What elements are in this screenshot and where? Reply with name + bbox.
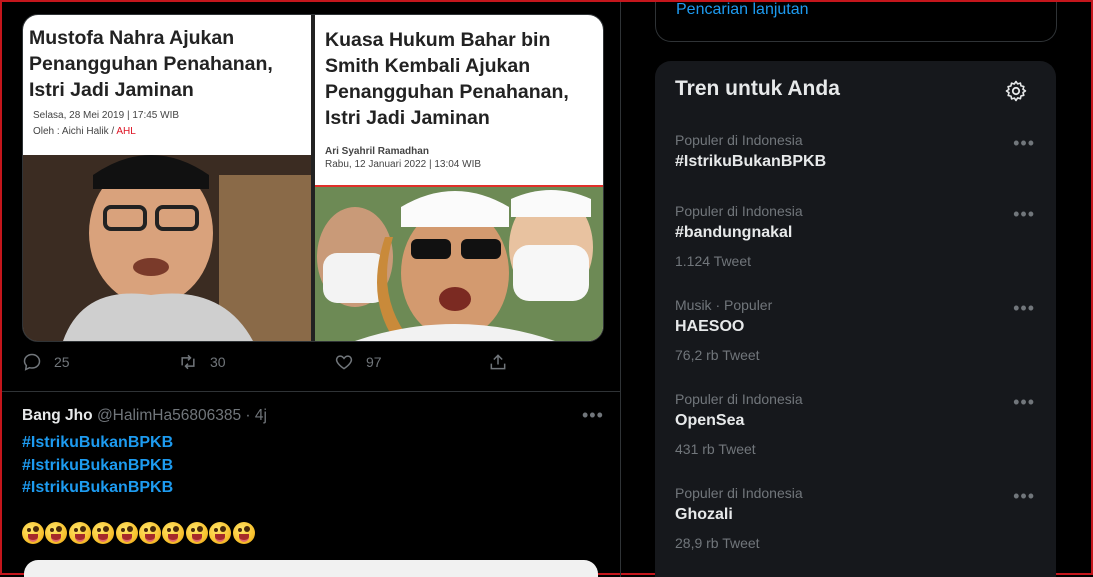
winking-tongue-emoji-icon [68, 522, 91, 544]
trends-title: Tren untuk Anda [675, 77, 840, 100]
reply-button[interactable]: 25 [22, 352, 70, 372]
sidebar-column: Pencarian lanjutan Tren untuk Anda Popul… [621, 2, 1093, 577]
news-screenshot-right[interactable]: Kuasa Hukum Bahar bin Smith Kembali Ajuk… [315, 15, 603, 341]
people-photo-right [315, 187, 603, 341]
trend-item[interactable]: Populer di Indonesia OpenSea 431 rb Twee… [675, 390, 1035, 458]
advanced-search-link[interactable]: Pencarian lanjutan [676, 2, 809, 20]
reply-icon [23, 353, 41, 371]
timeline-column: Mustofa Nahra Ajukan Penangguhan Penahan… [2, 2, 621, 577]
winking-tongue-emoji-icon [45, 522, 68, 544]
trend-item[interactable]: Populer di Indonesia #bandungnakal 1.124… [675, 202, 1035, 270]
trend-name: OpenSea [675, 412, 745, 429]
trend-context: Populer di Indonesia [675, 203, 803, 219]
news-photo-right [315, 187, 603, 341]
retweet-count: 30 [210, 354, 226, 370]
trend-count: 28,9 rb Tweet [675, 535, 760, 551]
news-author-right: Ari Syahril Ramadhan [325, 146, 429, 157]
trends-panel: Tren untuk Anda Populer di Indonesia #Is… [655, 61, 1056, 577]
trend-more-icon[interactable]: ••• [1013, 204, 1035, 225]
news-headline-left: Mustofa Nahra Ajukan Penangguhan Penahan… [29, 27, 273, 101]
trend-count: 76,2 rb Tweet [675, 347, 760, 363]
trend-more-icon[interactable]: ••• [1013, 392, 1035, 413]
winking-tongue-emoji-icon [22, 522, 44, 544]
news-author-left: Oleh : Aichi Halik / AHL [33, 126, 136, 137]
trend-more-icon[interactable]: ••• [1013, 298, 1035, 319]
gear-icon[interactable] [1004, 79, 1028, 103]
search-filters-panel: Pencarian lanjutan [655, 2, 1057, 42]
tweet-time[interactable]: 4j [255, 407, 267, 424]
trend-name: Ghozali [675, 506, 733, 523]
retweet-icon [181, 354, 195, 370]
share-icon [490, 354, 506, 370]
share-button[interactable] [488, 352, 508, 372]
retweet-button[interactable]: 30 [178, 352, 226, 372]
hashtag-link[interactable]: #IstrikuBukanBPKB [22, 455, 173, 478]
heart-icon [335, 355, 353, 370]
user-handle[interactable]: @HalimHa56806385 [97, 407, 241, 424]
news-date-right: Rabu, 12 Januari 2022 | 13:04 WIB [325, 159, 482, 170]
hashtag-link[interactable]: #IstrikuBukanBPKB [22, 432, 173, 455]
like-button[interactable]: 97 [334, 352, 382, 372]
winking-tongue-emoji-icon [92, 522, 115, 544]
news-screenshot-left[interactable]: Mustofa Nahra Ajukan Penangguhan Penahan… [23, 15, 311, 341]
winking-tongue-emoji-icon [185, 522, 208, 544]
tweet-media-grid[interactable]: Mustofa Nahra Ajukan Penangguhan Penahan… [22, 14, 604, 342]
trend-context: Populer di Indonesia [675, 132, 803, 148]
trend-item[interactable]: Populer di Indonesia Ghozali 28,9 rb Twe… [675, 484, 1035, 552]
trend-context: Populer di Indonesia [675, 485, 803, 501]
trend-context: Musik · Populer [675, 297, 773, 313]
tweet-media-preview[interactable] [24, 560, 598, 577]
trend-context: Populer di Indonesia [675, 391, 803, 407]
news-date-left: Selasa, 28 Mei 2019 | 17:45 WIB [33, 110, 180, 121]
tweet-header: Bang Jho @HalimHa56806385 · 4j [22, 407, 267, 425]
hashtag-link[interactable]: #IstrikuBukanBPKB [22, 477, 173, 500]
trend-item[interactable]: Musik · Populer HAESOO 76,2 rb Tweet ••• [675, 296, 1035, 364]
winking-tongue-emoji-icon [209, 522, 232, 544]
winking-tongue-emoji-icon [232, 522, 255, 544]
trend-name: #bandungnakal [675, 224, 793, 241]
winking-tongue-emoji-icon [115, 522, 138, 544]
winking-tongue-emoji-icon [138, 522, 161, 544]
more-options-icon[interactable]: ••• [582, 406, 604, 424]
tweet-text: #IstrikuBukanBPKB #IstrikuBukanBPKB #Ist… [22, 432, 173, 500]
tweet-action-bar: 25 30 97 [22, 352, 522, 380]
emoji-row [22, 522, 255, 544]
reply-count: 25 [54, 354, 70, 370]
display-name[interactable]: Bang Jho [22, 407, 93, 424]
separator-dot: · [245, 407, 251, 424]
winking-tongue-emoji-icon [162, 522, 185, 544]
tweet-divider [2, 391, 620, 392]
like-count: 97 [366, 354, 382, 370]
trend-count: 431 rb Tweet [675, 441, 756, 457]
trend-name: #IstrikuBukanBPKB [675, 153, 827, 170]
news-photo-left [23, 155, 311, 341]
trend-item[interactable]: Populer di Indonesia #IstrikuBukanBPKB •… [675, 131, 1035, 173]
trend-name: HAESOO [675, 318, 745, 335]
trend-more-icon[interactable]: ••• [1013, 133, 1035, 154]
person-photo-left [23, 155, 311, 341]
trend-more-icon[interactable]: ••• [1013, 486, 1035, 507]
news-headline-right: Kuasa Hukum Bahar bin Smith Kembali Ajuk… [325, 29, 569, 129]
trend-count: 1.124 Tweet [675, 253, 752, 269]
